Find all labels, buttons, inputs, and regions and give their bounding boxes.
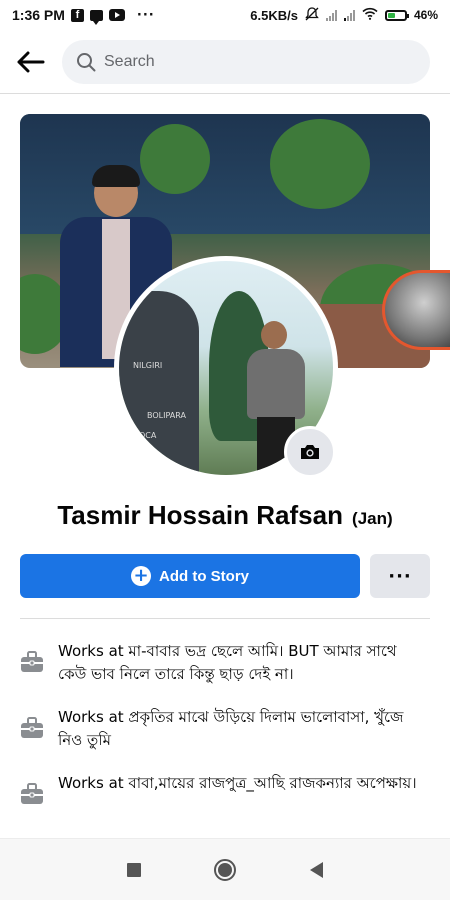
add-to-story-label: Add to Story [159, 567, 249, 585]
youtube-notification-icon [108, 9, 125, 21]
work-list: Works at মা-বাবার ভদ্র ছেলে আমি। BUT আমা… [18, 640, 438, 826]
profile-name-row: Tasmir Hossain Rafsan (Jan) [0, 500, 450, 531]
work-item-text: Works at প্রকৃতির মাঝে উড়িয়ে দিলাম ভাল… [58, 708, 404, 749]
work-item: Works at প্রকৃতির মাঝে উড়িয়ে দিলাম ভাল… [18, 706, 438, 752]
search-icon [77, 52, 96, 71]
back-arrow-icon [17, 51, 45, 72]
more-options-icon: ··· [388, 565, 412, 587]
home-button[interactable] [214, 858, 237, 881]
message-notification-icon [89, 9, 103, 25]
camera-icon [301, 445, 319, 459]
work-item-text: Works at বাবা,মায়ের রাজপুত্র_আছি রাজকন্… [58, 774, 417, 792]
briefcase-icon [21, 783, 43, 804]
add-to-story-button[interactable]: + Add to Story [20, 554, 360, 598]
profile-photo-rock [119, 291, 199, 475]
signal-icon-2 [343, 9, 355, 21]
status-time: 1:36 PM [12, 7, 65, 23]
facebook-notification-icon: f [70, 8, 84, 22]
battery-icon [384, 9, 409, 21]
work-item-text: Works at মা-বাবার ভদ্র ছেলে আমি। BUT আমা… [58, 642, 397, 683]
network-speed: 6.5KB/s [250, 7, 298, 23]
more-options-button[interactable]: ··· [370, 554, 430, 598]
battery-percent: 46% [413, 8, 438, 22]
profile-photo-text: OCA [139, 431, 157, 440]
search-box[interactable] [62, 39, 430, 84]
status-right: 6.5KB/s 46% [250, 6, 438, 24]
wifi-icon [362, 7, 378, 23]
back-button[interactable] [14, 45, 48, 79]
search-input[interactable] [104, 52, 394, 71]
change-profile-picture-button[interactable] [284, 426, 336, 478]
profile-photo-text: BOLIPARA [147, 411, 186, 420]
status-bar: 1:36 PM f ··· 6.5KB/s 46% [0, 0, 450, 30]
home-circle-icon [218, 862, 233, 877]
divider [20, 618, 430, 619]
mute-bell-icon [305, 6, 319, 24]
profile-photo-text: NILGIRI [133, 361, 163, 370]
profile-photo-person-head [261, 321, 287, 349]
briefcase-icon [21, 717, 43, 738]
profile-alternate-name: (Jan) [352, 509, 393, 528]
status-left: 1:36 PM f ··· [12, 7, 155, 25]
search-header [0, 30, 450, 94]
cover-tree [270, 119, 370, 209]
plus-circle-icon: + [131, 566, 151, 586]
work-item: Works at বাবা,মায়ের রাজপুত্র_আছি রাজকন্… [18, 772, 438, 806]
recent-apps-button[interactable] [126, 862, 141, 877]
system-back-button[interactable] [310, 861, 324, 878]
work-item: Works at মা-বাবার ভদ্র ছেলে আমি। BUT আমা… [18, 640, 438, 686]
signal-icon-1 [325, 9, 337, 21]
briefcase-icon [21, 651, 43, 672]
more-notifications-icon: ··· [136, 7, 155, 23]
cover-person-hair [92, 165, 140, 187]
android-nav-bar [0, 838, 450, 900]
profile-photo-person-body [247, 349, 305, 419]
profile-name: Tasmir Hossain Rafsan [57, 500, 343, 530]
